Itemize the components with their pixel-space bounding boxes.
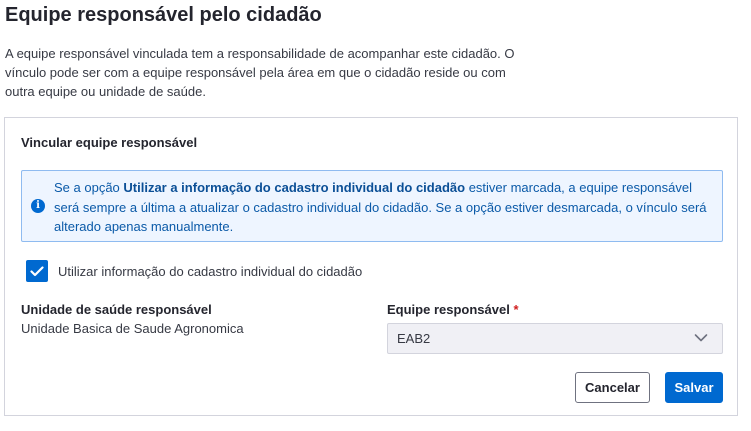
info-alert-text: Se a opção Utilizar a informação do cada…	[54, 178, 718, 237]
use-registration-checkbox-label[interactable]: Utilizar informação do cadastro individu…	[58, 264, 362, 279]
use-registration-checkbox[interactable]	[26, 260, 48, 282]
chevron-down-icon[interactable]	[694, 333, 708, 343]
health-unit-value: Unidade Basica de Saude Agronomica	[21, 321, 244, 336]
card-title: Vincular equipe responsável	[21, 135, 198, 150]
info-emphasis: Utilizar a informação do cadastro indivi…	[123, 180, 466, 195]
cancel-button[interactable]: Cancelar	[575, 372, 650, 403]
checkmark-icon	[30, 265, 44, 276]
team-label-text: Equipe responsável	[387, 302, 510, 317]
link-team-card: Vincular equipe responsável i Se a opção…	[4, 117, 738, 416]
info-icon: i	[31, 199, 45, 213]
page-title: Equipe responsável pelo cidadão	[5, 4, 322, 26]
info-prefix: Se a opção	[54, 180, 124, 195]
use-registration-checkbox-row[interactable]: Utilizar informação do cadastro individu…	[26, 259, 362, 283]
save-button[interactable]: Salvar	[665, 372, 723, 403]
team-field-label: Equipe responsável *	[387, 302, 519, 317]
required-asterisk: *	[513, 302, 519, 317]
health-unit-label: Unidade de saúde responsável	[21, 302, 212, 317]
info-alert: i Se a opção Utilizar a informação do ca…	[21, 170, 723, 242]
team-select-value[interactable]: EAB2	[397, 331, 430, 346]
team-select[interactable]: EAB2	[387, 323, 723, 354]
page-description: A equipe responsável vinculada tem a res…	[5, 46, 515, 99]
